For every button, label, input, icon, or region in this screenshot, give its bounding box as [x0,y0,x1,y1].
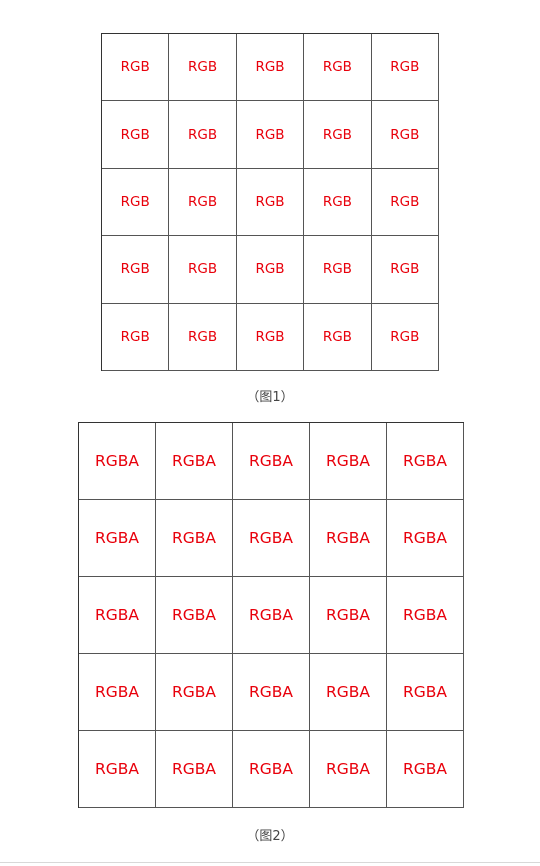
figure2-cell: RGBA [233,423,310,500]
figure1-cell: RGB [236,101,305,169]
figure1-cell: RGB [102,303,170,371]
figure2-cell: RGBA [310,654,387,731]
figure2-cell: RGBA [79,577,156,654]
figure2-cell: RGBA [156,423,233,500]
figure1-cell: RGB [304,101,372,169]
figure2-cell: RGBA [233,731,310,808]
figure1-cell: RGB [102,236,170,304]
figure1-cell: RGB [102,168,170,237]
figure2-cell: RGBA [310,731,387,808]
figure1-cell: RGB [304,34,372,102]
figure2-cell: RGBA [387,731,464,808]
figure1-cell: RGB [304,168,372,237]
figure2-cell: RGBA [79,500,156,577]
figure2-cell: RGBA [387,654,464,731]
figure2-cell: RGBA [156,731,233,808]
figure1-cell: RGB [169,168,237,237]
figure2-cell: RGBA [387,500,464,577]
figure1-cell: RGB [169,34,237,102]
figure1-cell: RGB [102,101,170,169]
figure1-cell: RGB [236,236,305,304]
figure1-cell: RGB [371,236,439,304]
figure2-cell: RGBA [156,654,233,731]
figure1-cell: RGB [304,303,372,371]
figure2-cell: RGBA [79,654,156,731]
figure1-cell: RGB [169,236,237,304]
figure2-cell: RGBA [233,577,310,654]
figure1-cell: RGB [371,34,439,102]
figure-1-caption: （图1） [246,390,294,405]
figure1-cell: RGB [102,34,170,102]
figure1-cell: RGB [236,303,305,371]
figure1-cell: RGB [371,168,439,237]
figure2-cell: RGBA [387,577,464,654]
figure-1-grid: RGB RGB RGB RGB RGB RGB RGB RGB RGB RGB RGB RGB RGB R… [101,33,439,371]
bottom-divider [0,862,540,863]
figure2-cell: RGBA [156,500,233,577]
figure1-cell: RGB [169,101,237,169]
figure1-cell: RGB [371,101,439,169]
figure1-cell: RGB [236,168,305,237]
figure2-cell: RGBA [233,654,310,731]
figure2-cell: RGBA [79,423,156,500]
figure2-cell: RGBA [156,577,233,654]
figure1-cell: RGB [169,303,237,371]
figure1-cell: RGB [304,236,372,304]
figure-2-grid: RGBA RGBA RGBA RGBA RGBA RGBA RGBA RGBA RGBA RGBA… [78,422,464,808]
figure1-cell: RGB [236,34,305,102]
figure2-cell: RGBA [310,577,387,654]
figure1-cell: RGB [371,303,439,371]
figure-2-caption: （图2） [246,829,294,844]
figure2-cell: RGBA [387,423,464,500]
figure2-cell: RGBA [79,731,156,808]
figure2-cell: RGBA [310,500,387,577]
figure2-cell: RGBA [310,423,387,500]
figure2-cell: RGBA [233,500,310,577]
